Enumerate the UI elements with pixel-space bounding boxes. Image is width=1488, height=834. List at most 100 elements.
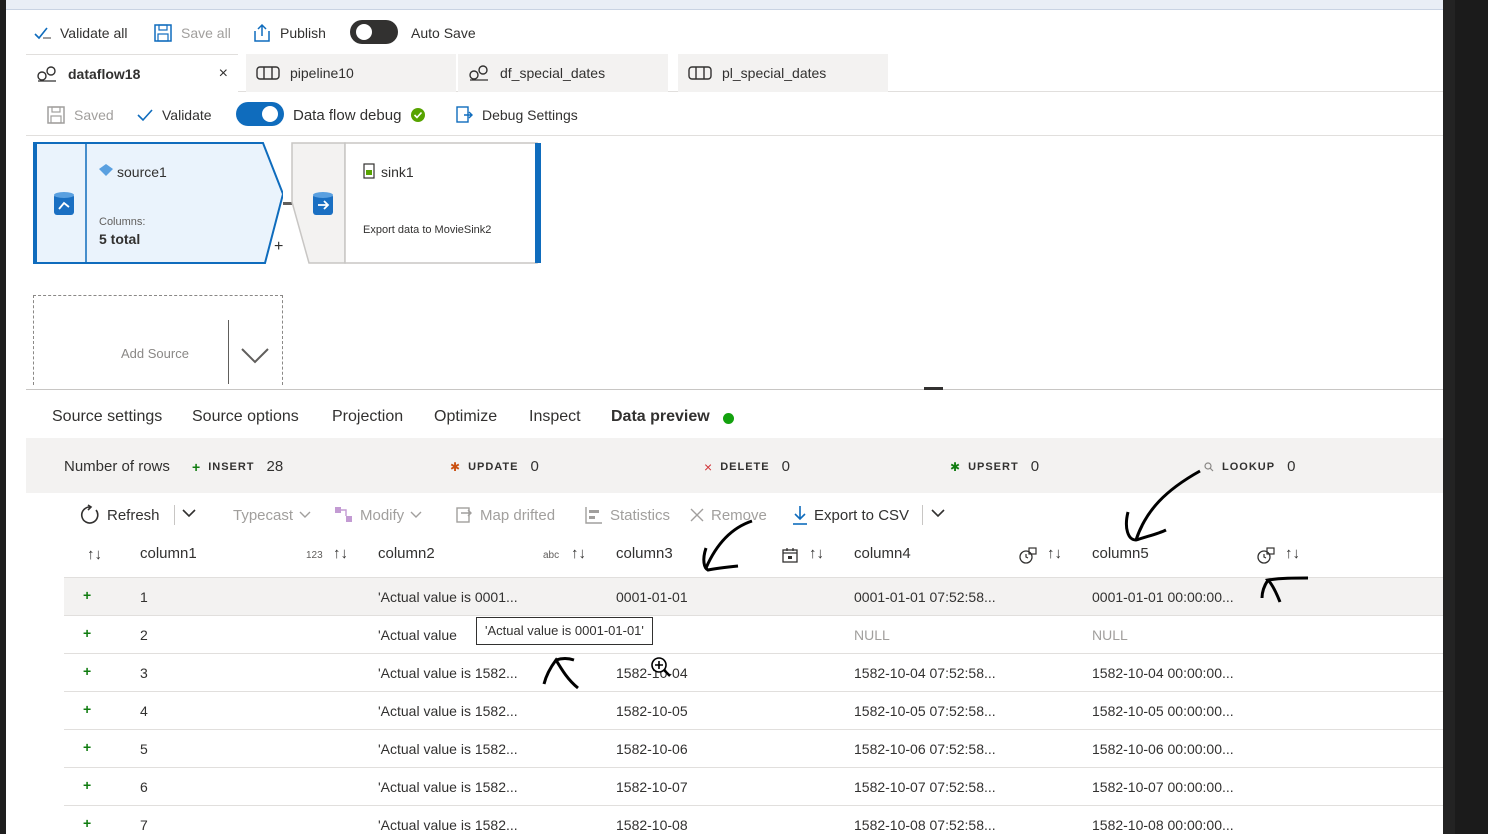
tab-inspect[interactable]: Inspect — [529, 408, 581, 436]
cell-column3[interactable]: 1582-10-05 — [616, 703, 688, 719]
tab-pipeline10[interactable]: pipeline10 — [246, 54, 456, 92]
cell-column2[interactable]: 'Actual value — [378, 627, 457, 643]
tab-data-preview[interactable]: Data preview — [611, 408, 710, 440]
cell-column4[interactable]: NULL — [854, 627, 890, 643]
cell-column2[interactable]: 'Actual value is 1582... — [378, 703, 518, 719]
typecast-button[interactable]: Typecast — [233, 504, 317, 526]
cell-column5[interactable]: NULL — [1092, 627, 1128, 643]
cell-column5[interactable]: 1582-10-08 00:00:00... — [1092, 817, 1234, 833]
column5-sort-icon[interactable]: ↑↓ — [1285, 545, 1300, 562]
column1-header[interactable]: column1 — [140, 545, 197, 562]
column2-sort-icon[interactable]: ↑↓ — [571, 545, 586, 562]
column4-header[interactable]: column4 — [854, 545, 911, 562]
cell-column2[interactable]: 'Actual value is 1582... — [378, 741, 518, 757]
publish-button[interactable]: Publish — [252, 22, 326, 44]
column5-header[interactable]: column5 — [1092, 545, 1149, 562]
cell-column5[interactable]: 1582-10-04 00:00:00... — [1092, 665, 1234, 681]
cell-column1[interactable]: 5 — [140, 741, 148, 757]
tab-df-special-dates[interactable]: df_special_dates — [458, 54, 668, 92]
column3-header[interactable]: column3 — [616, 545, 673, 562]
sink1-node[interactable]: sink1 Export data to MovieSink2 — [291, 142, 542, 264]
tab-source-options[interactable]: Source options — [192, 408, 299, 436]
cell-column3[interactable]: 1582-10-07 — [616, 779, 688, 795]
validate-all-button[interactable]: Validate all — [34, 22, 127, 44]
table-row[interactable]: + 2 'Actual value NULL NULL — [64, 616, 1443, 654]
source-columns-value: 5 total — [99, 231, 141, 247]
cell-column2[interactable]: 'Actual value is 0001... — [378, 589, 518, 605]
table-row[interactable]: + 5 'Actual value is 1582... 1582-10-06 … — [64, 730, 1443, 768]
insert-marker-icon: + — [83, 815, 92, 831]
add-transform-button[interactable]: + — [274, 238, 283, 256]
validate-button[interactable]: Validate — [136, 104, 212, 126]
insert-marker-icon: + — [83, 739, 92, 755]
cell-column5[interactable]: 1582-10-07 00:00:00... — [1092, 779, 1234, 795]
debug-label-group: Data flow debug — [293, 104, 433, 126]
cell-column5[interactable]: 0001-01-01 00:00:00... — [1092, 589, 1234, 605]
export-csv-button[interactable]: Export to CSV — [792, 504, 909, 526]
cell-column4[interactable]: 1582-10-06 07:52:58... — [854, 741, 996, 757]
debug-toggle[interactable] — [236, 102, 284, 126]
app-window: Validate all Save all Publish Auto Save … — [6, 0, 1443, 834]
auto-save-toggle[interactable] — [350, 20, 398, 44]
splitter-handle[interactable] — [924, 387, 943, 390]
table-row[interactable]: + 6 'Actual value is 1582... 1582-10-07 … — [64, 768, 1443, 806]
debug-settings-button[interactable]: Debug Settings — [454, 104, 578, 126]
column1-sort-icon[interactable]: ↑↓ — [333, 545, 348, 562]
cell-column2[interactable]: 'Actual value is 1582... — [378, 817, 518, 833]
table-row[interactable]: + 4 'Actual value is 1582... 1582-10-05 … — [64, 692, 1443, 730]
delete-stat: × DELETE 0 — [704, 458, 790, 475]
cell-column5[interactable]: 1582-10-06 00:00:00... — [1092, 741, 1234, 757]
column3-sort-icon[interactable]: ↑↓ — [809, 545, 824, 562]
refresh-chevron-down-icon[interactable] — [182, 508, 196, 518]
modify-button[interactable]: Modify — [334, 504, 428, 526]
chevron-down-icon[interactable] — [240, 346, 270, 364]
tab-projection[interactable]: Projection — [332, 408, 403, 436]
background-panel — [1455, 0, 1488, 834]
map-drifted-button[interactable]: Map drifted — [454, 504, 555, 526]
cell-column3[interactable]: 1582-10-08 — [616, 817, 688, 833]
cell-column2[interactable]: 'Actual value is 1582... — [378, 665, 518, 681]
column2-header[interactable]: column2 — [378, 545, 435, 562]
tab-label: pipeline10 — [290, 65, 354, 81]
cell-column4[interactable]: 0001-01-01 07:52:58... — [854, 589, 996, 605]
source1-node[interactable]: source1 Columns: 5 total — [33, 142, 283, 264]
cell-column4[interactable]: 1582-10-04 07:52:58... — [854, 665, 996, 681]
statistics-button[interactable]: Statistics — [584, 504, 670, 526]
tab-label: pl_special_dates — [722, 65, 827, 81]
cell-column4[interactable]: 1582-10-08 07:52:58... — [854, 817, 996, 833]
close-tab-icon[interactable]: × — [219, 65, 228, 83]
refresh-button[interactable]: Refresh — [79, 504, 160, 526]
validate-label: Validate — [162, 107, 212, 123]
remove-button[interactable]: Remove — [689, 504, 767, 526]
row-sort-icon[interactable]: ↑↓ — [87, 546, 102, 563]
table-row[interactable]: + 3 'Actual value is 1582... 1582-10-04 … — [64, 654, 1443, 692]
column4-sort-icon[interactable]: ↑↓ — [1047, 545, 1062, 562]
cell-column4[interactable]: 1582-10-07 07:52:58... — [854, 779, 996, 795]
tab-dataflow18[interactable]: dataflow18 × — [26, 54, 238, 92]
cell-column4[interactable]: 1582-10-05 07:52:58... — [854, 703, 996, 719]
export-chevron-down-icon[interactable] — [931, 508, 945, 518]
tab-source-settings[interactable]: Source settings — [52, 408, 162, 436]
cell-column3[interactable]: 1582-10-06 — [616, 741, 688, 757]
grid-header — [64, 536, 1443, 578]
save-all-button[interactable]: Save all — [153, 22, 231, 44]
add-source-box[interactable]: Add Source — [33, 295, 283, 385]
cell-column1[interactable]: 1 — [140, 589, 148, 605]
table-row[interactable]: + 1 'Actual value is 0001... 0001-01-01 … — [64, 578, 1443, 616]
refresh-label: Refresh — [107, 506, 160, 524]
cell-column1[interactable]: 2 — [140, 627, 148, 643]
save-all-label: Save all — [181, 25, 231, 41]
cell-column1[interactable]: 7 — [140, 817, 148, 833]
cell-column1[interactable]: 6 — [140, 779, 148, 795]
panel-splitter[interactable] — [26, 389, 1443, 390]
insert-stat: + INSERT 28 — [192, 458, 284, 475]
tab-optimize[interactable]: Optimize — [434, 408, 497, 436]
cell-column1[interactable]: 3 — [140, 665, 148, 681]
table-row[interactable]: + 7 'Actual value is 1582... 1582-10-08 … — [64, 806, 1443, 834]
cell-column3[interactable]: 0001-01-01 — [616, 589, 688, 605]
tab-pl-special-dates[interactable]: pl_special_dates — [678, 54, 888, 92]
cell-column1[interactable]: 4 — [140, 703, 148, 719]
cell-column5[interactable]: 1582-10-05 00:00:00... — [1092, 703, 1234, 719]
cell-column2[interactable]: 'Actual value is 1582... — [378, 779, 518, 795]
status-dot — [723, 413, 734, 424]
